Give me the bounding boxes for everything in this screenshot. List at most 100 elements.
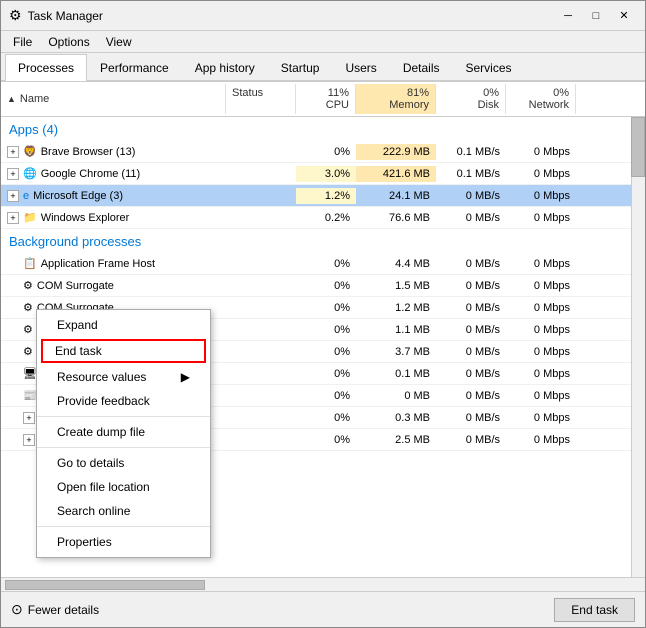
net-percent: 0% [512, 87, 569, 99]
table-header: ▲ Name Status 11% CPU 81% Memory 0% Disk… [1, 82, 645, 117]
table-row[interactable]: ⚙ COM Surrogate 0% 1.5 MB 0 MB/s 0 Mbps [1, 275, 645, 297]
title-bar: ⚙ Task Manager ─ □ ✕ [1, 1, 645, 31]
row-name-chrome: + 🌐 Google Chrome (11) [1, 165, 226, 182]
table-row[interactable]: + 📁 Windows Explorer 0.2% 76.6 MB 0 MB/s… [1, 207, 645, 229]
row-status [226, 150, 296, 154]
com2-icon: ⚙ [23, 301, 33, 314]
expand-icon[interactable]: + [7, 146, 19, 158]
ctx-open-file-location[interactable]: Open file location [37, 475, 210, 499]
row-mem: 421.6 MB [356, 166, 436, 182]
row-net: 0 Mbps [506, 166, 576, 182]
row-cpu: 1.2% [296, 188, 356, 204]
menu-view[interactable]: View [98, 33, 140, 51]
table-row[interactable]: + 🦁 Brave Browser (13) 0% 222.9 MB 0.1 M… [1, 141, 645, 163]
title-bar-left: ⚙ Task Manager [9, 7, 103, 24]
ctx-properties[interactable]: Properties [37, 530, 210, 554]
row-disk: 0.1 MB/s [436, 144, 506, 160]
ctx-sep-3 [37, 526, 210, 527]
menu-bar: File Options View [1, 31, 645, 53]
row-disk: 0.1 MB/s [436, 166, 506, 182]
mem-percent: 81% [362, 87, 429, 99]
cpu-label: CPU [302, 99, 349, 111]
scrollbar-thumb[interactable] [631, 117, 645, 177]
menu-options[interactable]: Options [40, 33, 97, 51]
expand-icon[interactable]: + [7, 190, 19, 202]
ctx-resource-values[interactable]: Resource values ▶ [37, 365, 210, 389]
ctx-provide-feedback[interactable]: Provide feedback [37, 389, 210, 413]
tab-app-history[interactable]: App history [182, 54, 268, 81]
section-bg-title: Background processes [1, 232, 576, 251]
tab-services[interactable]: Services [453, 54, 525, 81]
row-disk: 0 MB/s [436, 210, 506, 226]
horizontal-scrollbar[interactable] [1, 577, 645, 591]
end-task-button[interactable]: End task [554, 598, 635, 622]
row-mem: 76.6 MB [356, 210, 436, 226]
minimize-button[interactable]: ─ [555, 6, 581, 26]
window-title: Task Manager [28, 9, 103, 23]
brave-icon: 🦁 [23, 145, 37, 158]
ctx-search-online[interactable]: Search online [37, 499, 210, 523]
table-row[interactable]: 📋 Application Frame Host 0% 4.4 MB 0 MB/… [1, 253, 645, 275]
cpu-percent: 11% [302, 87, 349, 99]
expand-icon[interactable]: + [7, 168, 19, 180]
disk-percent: 0% [442, 87, 499, 99]
expand-icon[interactable]: + [23, 412, 35, 424]
feeds-icon: 📰 [23, 389, 37, 402]
fewer-details-button[interactable]: ⊙ Fewer details [11, 601, 99, 618]
row-net: 0 Mbps [506, 188, 576, 204]
ctx-create-dump[interactable]: Create dump file [37, 420, 210, 444]
tab-startup[interactable]: Startup [268, 54, 333, 81]
expand-icon[interactable]: + [23, 434, 35, 446]
ctx-go-to-details[interactable]: Go to details [37, 451, 210, 475]
com3-icon: ⚙ [23, 323, 33, 336]
com-icon: ⚙ [23, 279, 33, 292]
section-background: Background processes [1, 229, 645, 253]
table-row[interactable]: + 🌐 Google Chrome (11) 3.0% 421.6 MB 0.1… [1, 163, 645, 185]
ctx-end-task[interactable]: End task [41, 339, 206, 363]
content-area: ▲ Name Status 11% CPU 81% Memory 0% Disk… [1, 82, 645, 591]
section-apps: Apps (4) [1, 117, 645, 141]
maximize-button[interactable]: □ [583, 6, 609, 26]
close-button[interactable]: ✕ [611, 6, 637, 26]
menu-file[interactable]: File [5, 33, 40, 51]
ctf-icon: ⚙ [23, 345, 33, 358]
disk-label: Disk [442, 99, 499, 111]
chrome-icon: 🌐 [23, 167, 37, 180]
col-name-label: Name [20, 93, 49, 105]
tab-performance[interactable]: Performance [87, 54, 182, 81]
col-header-network[interactable]: 0% Network [506, 84, 576, 114]
app-frame-icon: 📋 [23, 257, 37, 270]
scrollbar[interactable] [631, 117, 645, 577]
col-header-cpu[interactable]: 11% CPU [296, 84, 356, 114]
row-status [226, 194, 296, 198]
row-mem: 222.9 MB [356, 144, 436, 160]
table-row[interactable]: + e Microsoft Edge (3) 1.2% 24.1 MB 0 MB… [1, 185, 645, 207]
row-cpu: 3.0% [296, 166, 356, 182]
explorer-icon: 📁 [23, 211, 37, 224]
title-bar-controls: ─ □ ✕ [555, 6, 637, 26]
col-header-disk[interactable]: 0% Disk [436, 84, 506, 114]
expand-icon[interactable]: + [7, 212, 19, 224]
mem-label: Memory [362, 99, 429, 111]
tab-details[interactable]: Details [390, 54, 453, 81]
edge-icon: e [23, 190, 29, 202]
row-status [226, 172, 296, 176]
features-icon: 🖥 [23, 367, 37, 380]
tabs-bar: Processes Performance App history Startu… [1, 53, 645, 82]
task-manager-window: ⚙ Task Manager ─ □ ✕ File Options View P… [0, 0, 646, 628]
row-name-app-frame: 📋 Application Frame Host [1, 255, 226, 272]
app-icon: ⚙ [9, 7, 22, 24]
col-header-memory[interactable]: 81% Memory [356, 84, 436, 114]
row-name-edge: + e Microsoft Edge (3) [1, 188, 226, 204]
row-net: 0 Mbps [506, 210, 576, 226]
tab-processes[interactable]: Processes [5, 54, 87, 81]
row-name-brave: + 🦁 Brave Browser (13) [1, 143, 226, 160]
bottom-bar: ⊙ Fewer details End task [1, 591, 645, 627]
horiz-scrollbar-thumb[interactable] [5, 580, 205, 590]
tab-users[interactable]: Users [332, 54, 389, 81]
ctx-expand[interactable]: Expand [37, 313, 210, 337]
col-header-name[interactable]: ▲ Name [1, 84, 226, 114]
row-cpu: 0% [296, 144, 356, 160]
fewer-details-label: Fewer details [28, 603, 99, 617]
col-header-status[interactable]: Status [226, 84, 296, 114]
